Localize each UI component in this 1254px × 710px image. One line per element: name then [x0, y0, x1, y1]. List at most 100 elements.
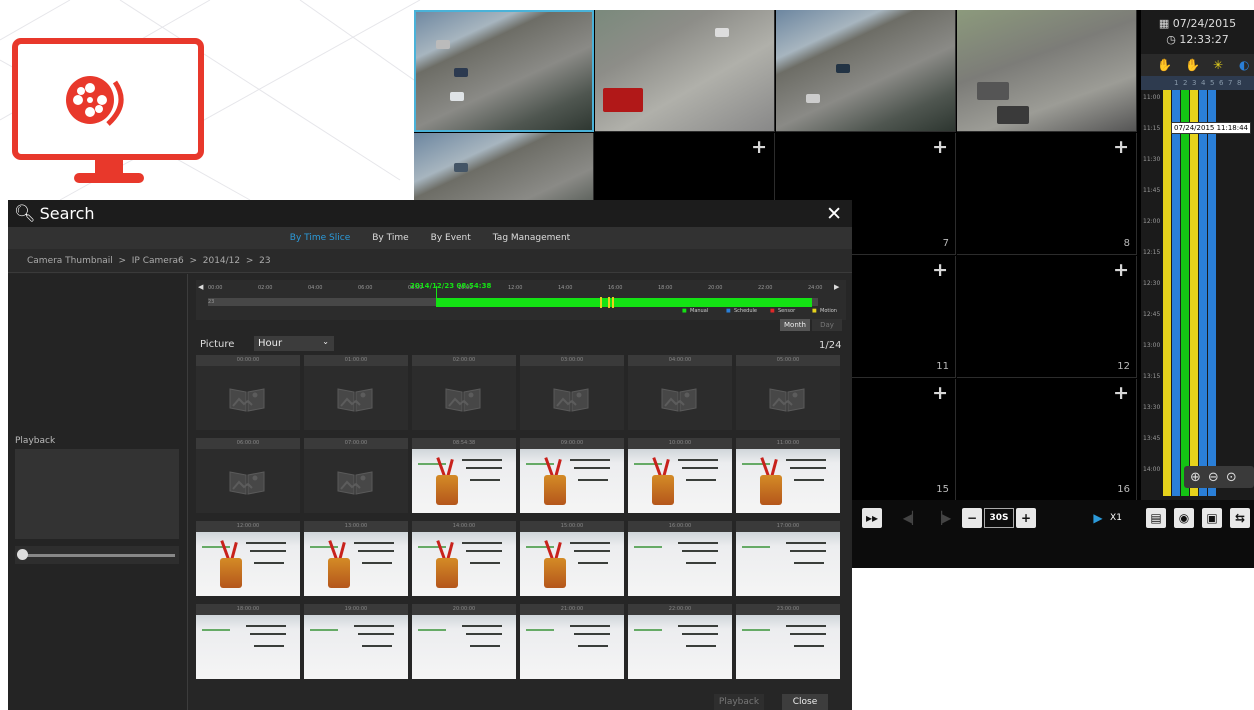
- thumbnail-time: 13:00:00: [304, 521, 408, 532]
- camera-cell-2[interactable]: [595, 10, 775, 132]
- thumbnail-tile[interactable]: 22:00:00: [628, 604, 732, 679]
- thumbnail-tile[interactable]: 09:00:00: [520, 438, 624, 513]
- thumbnail-time: 23:00:00: [736, 604, 840, 615]
- manual-record-icon[interactable]: ✋: [1157, 58, 1172, 72]
- channel-number: 8: [1123, 238, 1130, 249]
- thumbnail-image: [196, 615, 300, 679]
- thumbnail-tile[interactable]: 04:00:00: [628, 355, 732, 430]
- camera-cell-1[interactable]: [414, 10, 594, 132]
- thumbnail-tile[interactable]: 01:00:00: [304, 355, 408, 430]
- tab-by-time[interactable]: By Time: [372, 233, 408, 243]
- thumbnail-tile[interactable]: 12:00:00: [196, 521, 300, 596]
- play-icon[interactable]: ▶: [1092, 508, 1104, 528]
- camera-cell-8[interactable]: +8: [957, 133, 1137, 255]
- channel-record-track: [1199, 90, 1207, 496]
- month-button[interactable]: Month: [780, 319, 810, 331]
- thumbnail-time: 16:00:00: [628, 521, 732, 532]
- add-camera-icon[interactable]: +: [1113, 259, 1129, 281]
- thumbnail-image: [736, 532, 840, 596]
- close-button[interactable]: Close: [782, 694, 828, 710]
- thumbnail-tile[interactable]: 07:00:00: [304, 438, 408, 513]
- record-search-icon[interactable]: ▤: [1146, 508, 1166, 528]
- playback-label: Playback: [15, 436, 56, 446]
- thumbnail-time: 15:00:00: [520, 521, 624, 532]
- tab-tag-management[interactable]: Tag Management: [493, 233, 570, 243]
- thumbnail-tile[interactable]: 17:00:00: [736, 521, 840, 596]
- thumbnail-tile[interactable]: 08:54:38: [412, 438, 516, 513]
- timeline-prev-icon[interactable]: ◀: [198, 283, 203, 291]
- motion-marker: [612, 297, 614, 308]
- thumbnail-time: 03:00:00: [520, 355, 624, 366]
- close-icon[interactable]: ✕: [826, 203, 842, 225]
- thumbnail-image: [628, 449, 732, 513]
- thumbnail-tile[interactable]: 20:00:00: [412, 604, 516, 679]
- schedule-record-icon[interactable]: ◐: [1239, 58, 1249, 72]
- zoom-out-icon[interactable]: ⊖: [1208, 470, 1219, 485]
- add-camera-icon[interactable]: +: [932, 259, 948, 281]
- thumbnail-tile[interactable]: 21:00:00: [520, 604, 624, 679]
- day-button[interactable]: Day: [812, 319, 842, 331]
- thumbnail-time: 18:00:00: [196, 604, 300, 615]
- thumbnail-image: [628, 532, 732, 596]
- thumbnail-tile[interactable]: 23:00:00: [736, 604, 840, 679]
- camera-cell-4[interactable]: [957, 10, 1137, 132]
- zoom-reset-icon[interactable]: ⊙: [1226, 470, 1237, 485]
- timeline-hour-label: 18:00: [658, 285, 673, 291]
- thumbnail-tile[interactable]: 10:00:00: [628, 438, 732, 513]
- add-camera-icon[interactable]: +: [1113, 382, 1129, 404]
- timeline-hour-label: 00:00: [208, 285, 223, 291]
- schedule-record-bar: [436, 298, 812, 307]
- playback-button[interactable]: Playback: [714, 694, 764, 710]
- add-camera-icon[interactable]: +: [751, 136, 767, 158]
- timeline-hour-label: 16:00: [608, 285, 623, 291]
- camera-cell-3[interactable]: [776, 10, 956, 132]
- camera-cell-12[interactable]: +12: [957, 256, 1137, 378]
- timeline-hour-label: 02:00: [258, 285, 273, 291]
- thumbnail-time: 12:00:00: [196, 521, 300, 532]
- chevron-down-icon: ⌄: [322, 337, 329, 346]
- thumbnail-tile[interactable]: 02:00:00: [412, 355, 516, 430]
- zoom-in-icon[interactable]: ⊕: [1190, 470, 1201, 485]
- snapshot-icon[interactable]: ◉: [1174, 508, 1194, 528]
- camera-cell-16[interactable]: +16: [957, 379, 1137, 501]
- slider-handle[interactable]: [17, 549, 28, 560]
- thumbnail-tile[interactable]: 06:00:00: [196, 438, 300, 513]
- backup-icon[interactable]: ▣: [1202, 508, 1222, 528]
- fast-forward-button[interactable]: ▸▸: [862, 508, 882, 528]
- thumbnail-tile[interactable]: 14:00:00: [412, 521, 516, 596]
- thumbnail-tile[interactable]: 03:00:00: [520, 355, 624, 430]
- add-camera-icon[interactable]: +: [932, 136, 948, 158]
- timeline-next-icon[interactable]: ▶: [834, 283, 839, 291]
- add-camera-icon[interactable]: +: [1113, 136, 1129, 158]
- thumbnail-tile[interactable]: 13:00:00: [304, 521, 408, 596]
- thumbnail-tile[interactable]: 05:00:00: [736, 355, 840, 430]
- record-timeline-chart[interactable]: 11:00 11:15 11:30 11:45 12:00 12:15 12:30 12:45…: [1141, 90, 1254, 496]
- next-frame-button[interactable]: ▕▶: [932, 508, 952, 528]
- interval-select[interactable]: Hour ⌄: [254, 336, 334, 351]
- timeline-time-label: 14:00: [1143, 466, 1161, 473]
- thumbnail-tile[interactable]: 18:00:00: [196, 604, 300, 679]
- playback-slider[interactable]: [15, 546, 179, 564]
- thumbnail-image: [736, 449, 840, 513]
- forward-seek-button[interactable]: +: [1016, 508, 1036, 528]
- thumbnail-tile[interactable]: 15:00:00: [520, 521, 624, 596]
- thumbnail-tile[interactable]: 11:00:00: [736, 438, 840, 513]
- thumbnail-image: [304, 532, 408, 596]
- channel-column-label: 5: [1210, 79, 1215, 87]
- tab-by-time-slice[interactable]: By Time Slice: [290, 233, 350, 243]
- thumbnail-tile[interactable]: 19:00:00: [304, 604, 408, 679]
- time-slice-timeline[interactable]: 00:00 02:00 04:00 06:00 08:00 10:00 12:00 14:00…: [196, 280, 846, 320]
- breadcrumb[interactable]: Camera Thumbnail > IP Camera6 > 2014/12 …: [8, 249, 852, 273]
- timeline-side-panel: ▦ 07/24/2015 ◷ 12:33:27 ✋ ✋ ✳ ◐ 12345678…: [1141, 10, 1254, 500]
- switch-view-icon[interactable]: ⇆: [1230, 508, 1250, 528]
- timeline-time-label: 11:15: [1143, 125, 1161, 132]
- tab-by-event[interactable]: By Event: [431, 233, 471, 243]
- thumbnail-tile[interactable]: 00:00:00: [196, 355, 300, 430]
- rewind-seek-button[interactable]: −: [962, 508, 982, 528]
- add-camera-icon[interactable]: +: [932, 382, 948, 404]
- motion-record-icon[interactable]: ✳: [1213, 58, 1223, 72]
- timeline-time-label: 13:30: [1143, 404, 1161, 411]
- previous-frame-button[interactable]: ◀▏: [902, 508, 922, 528]
- thumbnail-tile[interactable]: 16:00:00: [628, 521, 732, 596]
- sensor-record-icon[interactable]: ✋: [1185, 58, 1200, 72]
